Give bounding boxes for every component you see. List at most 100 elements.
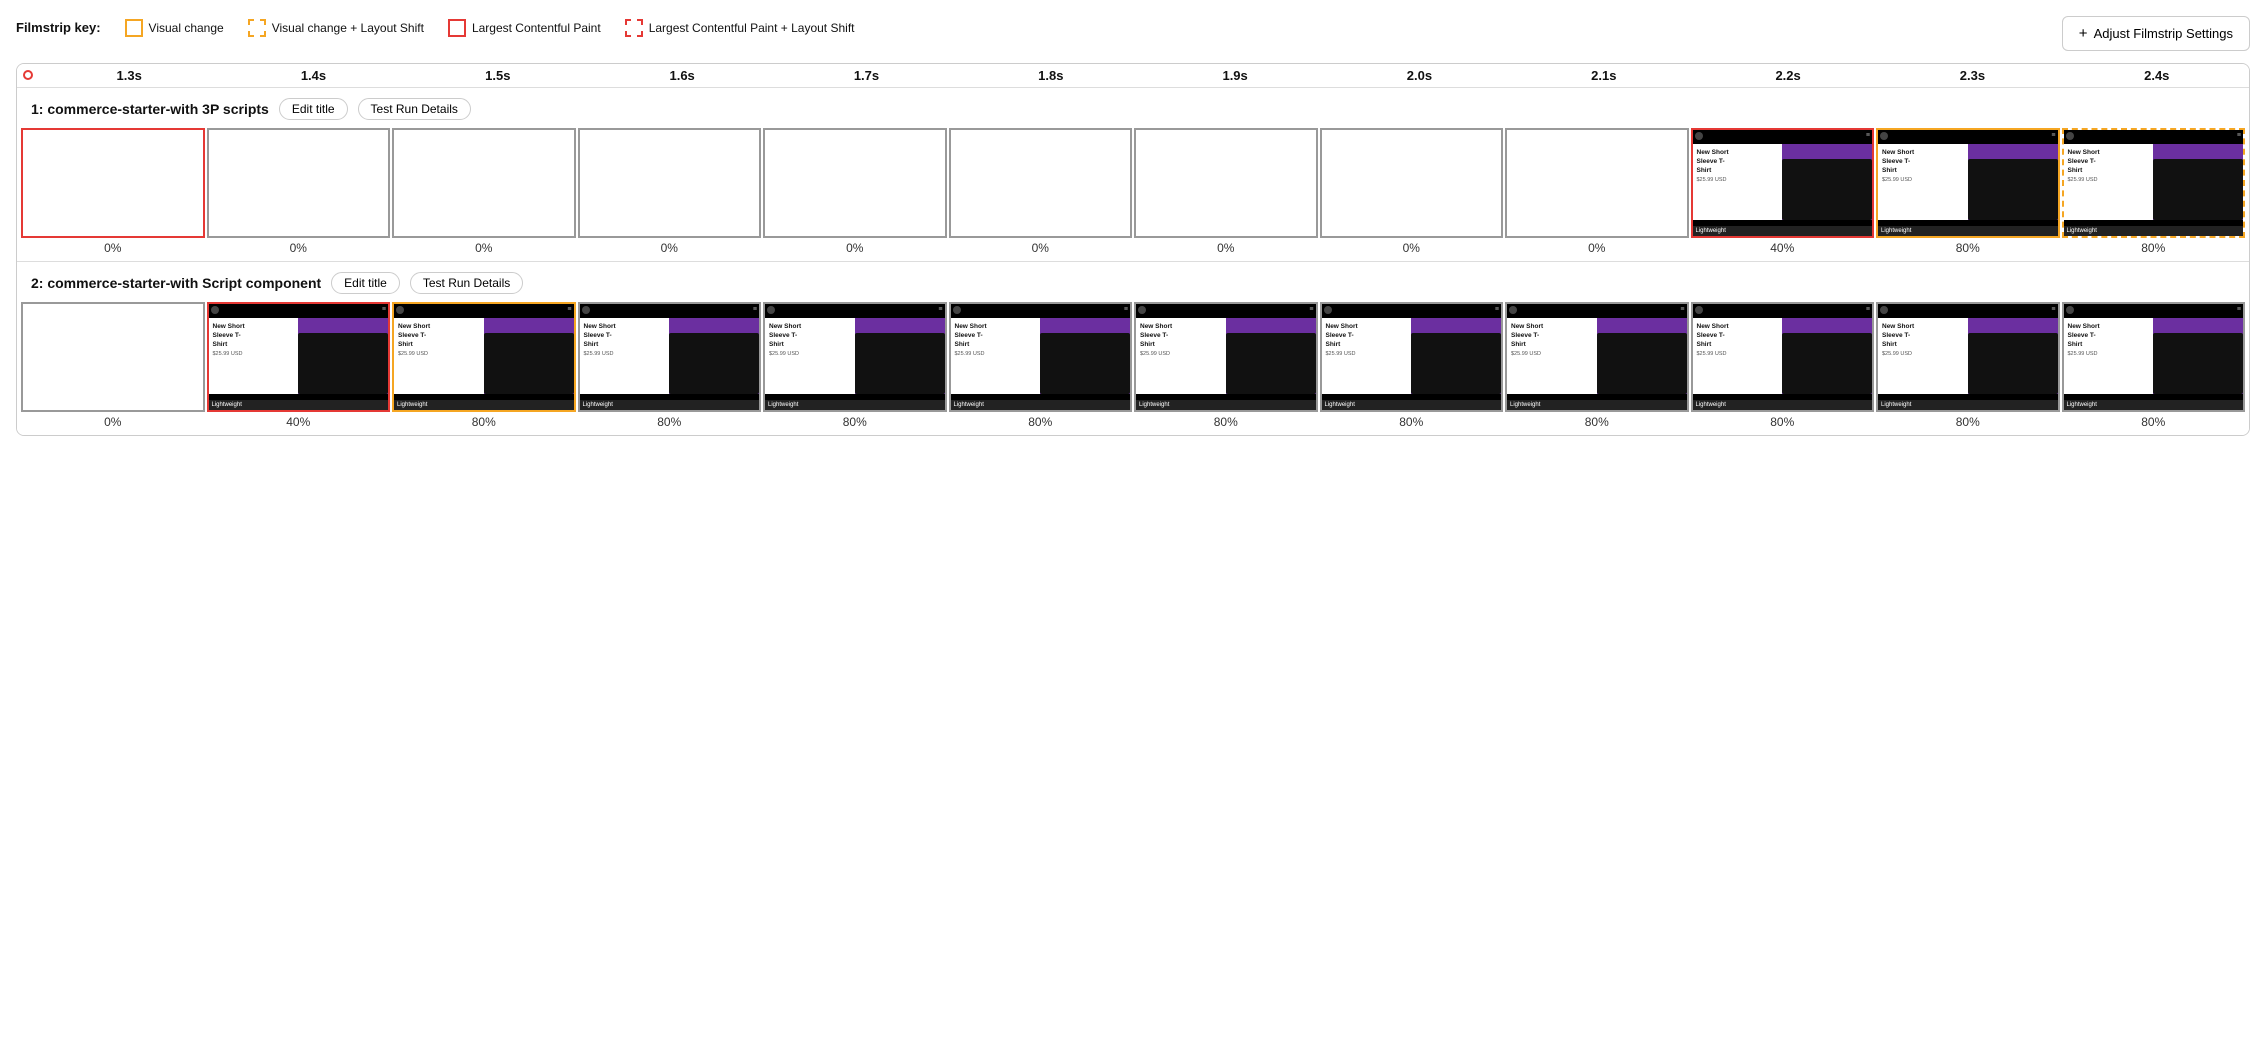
run-2-frame-8-img[interactable]: ≡ New ShortSleeve T-Shirt $25.99 USD Lig… xyxy=(1505,302,1689,412)
run-2-frame-6-pct: 80% xyxy=(1214,412,1238,435)
run-1-frame-9-pct: 40% xyxy=(1770,238,1794,261)
visual-change-swatch xyxy=(125,19,143,37)
run-2-frame-4-pct: 80% xyxy=(843,412,867,435)
run-1-frame-7: 0% xyxy=(1320,128,1504,261)
adjust-filmstrip-button[interactable]: + Adjust Filmstrip Settings xyxy=(2062,16,2250,51)
run-1-frame-3: 0% xyxy=(578,128,762,261)
run-1-frame-3-img[interactable] xyxy=(578,128,762,238)
tick-4: 1.7s xyxy=(774,68,958,83)
run-1-frame-0-img[interactable] xyxy=(21,128,205,238)
run-1-frame-11-pct: 80% xyxy=(2141,238,2165,261)
run-2-frame-0-img[interactable] xyxy=(21,302,205,412)
run-2-frame-1-pct: 40% xyxy=(286,412,310,435)
plus-icon: + xyxy=(2079,25,2088,42)
tick-5: 1.8s xyxy=(959,68,1143,83)
run-2-frame-6-img[interactable]: ≡ New ShortSleeve T-Shirt $25.99 USD Lig… xyxy=(1134,302,1318,412)
tick-8: 2.1s xyxy=(1512,68,1696,83)
run-1-frame-11: ≡ New ShortSleeve T-Shirt $25.99 USD Lig… xyxy=(2062,128,2246,261)
legend-visual-change-layout-shift: Visual change + Layout Shift xyxy=(248,19,424,37)
run-2-frame-4-img[interactable]: ≡ New ShortSleeve T-Shirt $25.99 USD Lig… xyxy=(763,302,947,412)
lcp-layout-shift-label: Largest Contentful Paint + Layout Shift xyxy=(649,21,855,35)
tick-11: 2.4s xyxy=(2065,68,2249,83)
run-1-frame-5-img[interactable] xyxy=(949,128,1133,238)
run-2-frame-5-pct: 80% xyxy=(1028,412,1052,435)
tick-3: 1.6s xyxy=(590,68,774,83)
run-2-frame-11-img[interactable]: ≡ New ShortSleeve T-Shirt $25.99 USD Lig… xyxy=(2062,302,2246,412)
run-2-test-run-details-button[interactable]: Test Run Details xyxy=(410,272,523,294)
timeline-row: 1.3s 1.4s 1.5s 1.6s 1.7s 1.8s 1.9s 2.0s … xyxy=(17,64,2249,88)
run-2-frame-10-pct: 80% xyxy=(1956,412,1980,435)
legend-lcp: Largest Contentful Paint xyxy=(448,19,601,37)
run-1-frame-7-img[interactable] xyxy=(1320,128,1504,238)
timeline-dot xyxy=(23,70,33,80)
filmstrip-key-label: Filmstrip key: xyxy=(16,20,101,35)
run-1-header: 1: commerce-starter-with 3P scripts Edit… xyxy=(17,88,2249,128)
run-2-frame-7-pct: 80% xyxy=(1399,412,1423,435)
run-1-section: 1: commerce-starter-with 3P scripts Edit… xyxy=(17,88,2249,262)
run-2-frame-9-pct: 80% xyxy=(1770,412,1794,435)
run-2-frame-8-pct: 80% xyxy=(1585,412,1609,435)
run-1-edit-title-button[interactable]: Edit title xyxy=(279,98,348,120)
run-2-frame-9: ≡ New ShortSleeve T-Shirt $25.99 USD Lig… xyxy=(1691,302,1875,435)
run-1-frame-0-pct: 0% xyxy=(104,238,121,261)
run-2-frame-9-img[interactable]: ≡ New ShortSleeve T-Shirt $25.99 USD Lig… xyxy=(1691,302,1875,412)
run-1-frame-10-img[interactable]: ≡ New ShortSleeve T-Shirt $25.99 USD Lig… xyxy=(1876,128,2060,238)
run-1-frame-4-img[interactable] xyxy=(763,128,947,238)
run-1-frame-2-pct: 0% xyxy=(475,238,492,261)
run-2-frame-0: 0% xyxy=(21,302,205,435)
run-1-frame-10: ≡ New ShortSleeve T-Shirt $25.99 USD Lig… xyxy=(1876,128,2060,261)
run-2-frame-6: ≡ New ShortSleeve T-Shirt $25.99 USD Lig… xyxy=(1134,302,1318,435)
legend-visual-change: Visual change xyxy=(125,19,224,37)
run-1-frame-1: 0% xyxy=(207,128,391,261)
run-2-frame-10-img[interactable]: ≡ New ShortSleeve T-Shirt $25.99 USD Lig… xyxy=(1876,302,2060,412)
tick-2: 1.5s xyxy=(406,68,590,83)
run-2-section: 2: commerce-starter-with Script componen… xyxy=(17,262,2249,435)
run-1-frame-5-pct: 0% xyxy=(1032,238,1049,261)
lcp-label: Largest Contentful Paint xyxy=(472,21,601,35)
run-2-frame-1: ≡ New ShortSleeve T-Shirt $25.99 USD Lig… xyxy=(207,302,391,435)
run-1-frame-11-img[interactable]: ≡ New ShortSleeve T-Shirt $25.99 USD Lig… xyxy=(2062,128,2246,238)
visual-change-layout-shift-label: Visual change + Layout Shift xyxy=(272,21,424,35)
run-1-test-run-details-button[interactable]: Test Run Details xyxy=(358,98,471,120)
run-2-frame-3-pct: 80% xyxy=(657,412,681,435)
run-1-frame-4-pct: 0% xyxy=(846,238,863,261)
tick-6: 1.9s xyxy=(1143,68,1327,83)
run-1-frame-3-pct: 0% xyxy=(661,238,678,261)
run-1-frame-6-img[interactable] xyxy=(1134,128,1318,238)
run-2-frame-3-img[interactable]: ≡ New ShortSleeve T-Shirt $25.99 USD Lig… xyxy=(578,302,762,412)
run-2-header: 2: commerce-starter-with Script componen… xyxy=(17,262,2249,302)
run-2-frame-2-img[interactable]: ≡ New ShortSleeve T-Shirt $25.99 USD Lig… xyxy=(392,302,576,412)
run-2-frame-7-img[interactable]: ≡ New ShortSleeve T-Shirt $25.99 USD Lig… xyxy=(1320,302,1504,412)
tick-10: 2.3s xyxy=(1880,68,2064,83)
run-1-frame-2-img[interactable] xyxy=(392,128,576,238)
run-2-frame-1-img[interactable]: ≡ New ShortSleeve T-Shirt $25.99 USD Lig… xyxy=(207,302,391,412)
lcp-layout-shift-swatch xyxy=(625,19,643,37)
tick-1: 1.4s xyxy=(221,68,405,83)
run-2-frame-11: ≡ New ShortSleeve T-Shirt $25.99 USD Lig… xyxy=(2062,302,2246,435)
lcp-swatch xyxy=(448,19,466,37)
run-1-frame-9: ≡ New ShortSleeve T-Shirt $25.99 USD Lig… xyxy=(1691,128,1875,261)
run-1-frame-10-pct: 80% xyxy=(1956,238,1980,261)
run-2-frame-0-pct: 0% xyxy=(104,412,121,435)
run-2-frames: 0% ≡ New ShortSleeve T-Shirt $25.99 USD xyxy=(17,302,2249,435)
run-2-frame-5: ≡ New ShortSleeve T-Shirt $25.99 USD Lig… xyxy=(949,302,1133,435)
run-1-frame-4: 0% xyxy=(763,128,947,261)
run-2-frame-8: ≡ New ShortSleeve T-Shirt $25.99 USD Lig… xyxy=(1505,302,1689,435)
run-2-frame-5-img[interactable]: ≡ New ShortSleeve T-Shirt $25.99 USD Lig… xyxy=(949,302,1133,412)
run-1-frames: 0% 0% 0% 0% 0% 0% xyxy=(17,128,2249,261)
run-1-frame-8-pct: 0% xyxy=(1588,238,1605,261)
run-2-frame-2: ≡ New ShortSleeve T-Shirt $25.99 USD Lig… xyxy=(392,302,576,435)
run-2-title: 2: commerce-starter-with Script componen… xyxy=(31,275,321,291)
run-1-frame-1-img[interactable] xyxy=(207,128,391,238)
run-2-edit-title-button[interactable]: Edit title xyxy=(331,272,400,294)
run-2-frame-4: ≡ New ShortSleeve T-Shirt $25.99 USD Lig… xyxy=(763,302,947,435)
filmstrip-container: 1.3s 1.4s 1.5s 1.6s 1.7s 1.8s 1.9s 2.0s … xyxy=(16,63,2250,436)
legend-lcp-layout-shift: Largest Contentful Paint + Layout Shift xyxy=(625,19,855,37)
run-1-frame-0: 0% xyxy=(21,128,205,261)
run-1-frame-8-img[interactable] xyxy=(1505,128,1689,238)
run-2-frame-3: ≡ New ShortSleeve T-Shirt $25.99 USD Lig… xyxy=(578,302,762,435)
run-1-frame-5: 0% xyxy=(949,128,1133,261)
tick-0: 1.3s xyxy=(37,68,221,83)
run-1-frame-9-img[interactable]: ≡ New ShortSleeve T-Shirt $25.99 USD Lig… xyxy=(1691,128,1875,238)
visual-change-layout-shift-swatch xyxy=(248,19,266,37)
